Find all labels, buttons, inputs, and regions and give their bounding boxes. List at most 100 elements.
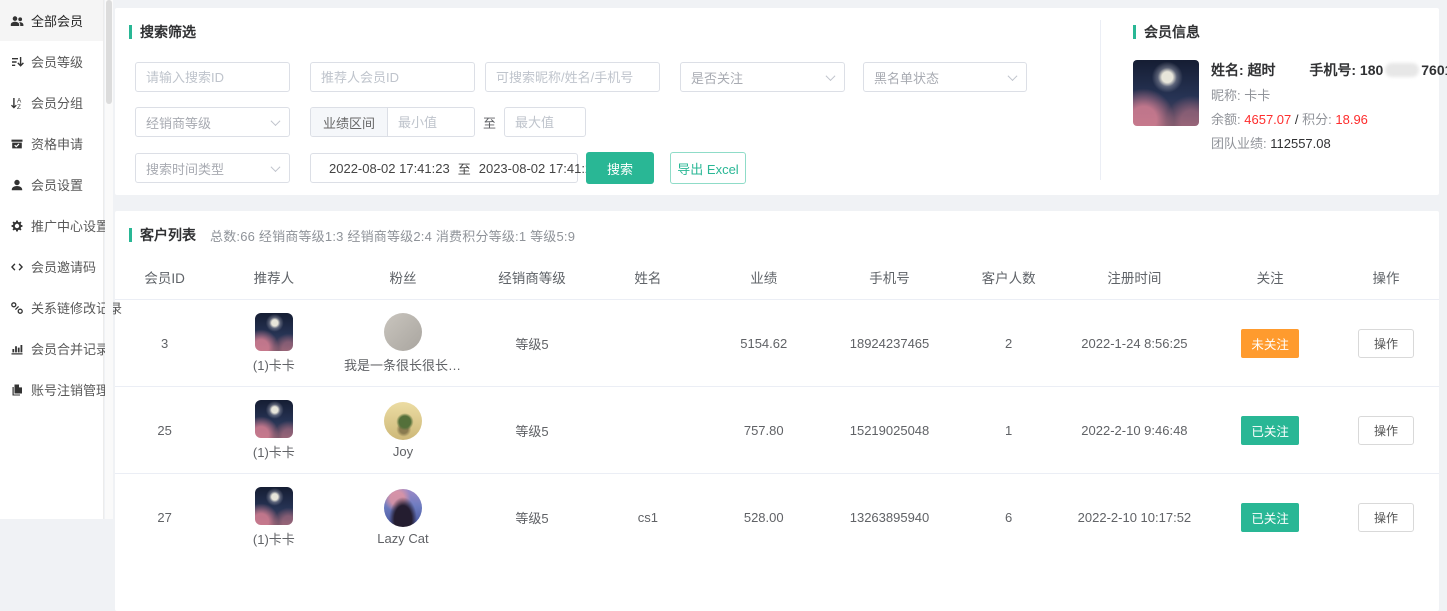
code-icon	[10, 260, 24, 274]
dealer-level-select-value: 经销商等级	[146, 113, 211, 132]
gear-icon	[10, 219, 24, 233]
balance-label: 余额:	[1211, 112, 1241, 127]
fan-name: 我是一条很长很长很...	[344, 355, 462, 374]
export-excel-button[interactable]: 导出 Excel	[670, 152, 746, 184]
sidebar-item-label: 会员等级	[31, 52, 83, 71]
dealer-level-select[interactable]: 经销商等级	[135, 107, 290, 137]
row-action-button[interactable]: 操作	[1358, 416, 1414, 445]
cell-phone: 15219025048	[823, 387, 955, 474]
scrollbar-thumb[interactable]	[106, 0, 112, 104]
cell-registered: 2022-1-24 8:56:25	[1062, 300, 1208, 387]
points-label: 积分:	[1302, 112, 1332, 127]
sidebar-item-member-settings[interactable]: 会员设置	[0, 164, 103, 205]
cell-member-id: 3	[115, 300, 214, 387]
cell-member-id: 27	[115, 474, 214, 561]
col-member-id: 会员ID	[115, 257, 214, 300]
team-performance-value: 112557.08	[1270, 136, 1331, 151]
follow-status-badge: 已关注	[1241, 503, 1299, 532]
sidebar-scrollbar[interactable]	[105, 0, 113, 519]
performance-range-label: 业绩区间	[311, 108, 388, 136]
col-name: 姓名	[592, 257, 705, 300]
phone-masked-segment	[1385, 63, 1419, 77]
main-content: 搜索筛选 是否关注 黑名单状态	[113, 0, 1447, 519]
sidebar-item-account-cancel[interactable]: 账号注销管理	[0, 369, 103, 410]
time-type-select[interactable]: 搜索时间类型	[135, 153, 290, 183]
member-balance-line: 余额: 4657.07 / 积分: 18.96	[1211, 109, 1447, 128]
referrer-avatar	[255, 487, 293, 525]
sidebar-item-invite-code[interactable]: 会员邀请码	[0, 246, 103, 287]
member-details: 姓名: 超时 手机号: 1807601 昵称: 卡卡 余额: 4657.07 /	[1211, 60, 1447, 157]
search-id-input[interactable]	[146, 70, 279, 85]
sidebar-item-member-level[interactable]: 会员等级	[0, 41, 103, 82]
sidebar-item-qualification[interactable]: 资格申请	[0, 123, 103, 164]
table-header-row: 会员ID 推荐人 粉丝 经销商等级 姓名 业绩 手机号 客户人数 注册时间 关注…	[115, 257, 1439, 300]
sidebar-item-promotion-settings[interactable]: 推广中心设置	[0, 205, 103, 246]
performance-min-input[interactable]	[388, 115, 474, 130]
col-registered: 注册时间	[1062, 257, 1208, 300]
table-row: 3 (1)卡卡 我是一条很长很长很... 等级5 5154.62 1892423…	[115, 300, 1439, 387]
nickname-value: 卡卡	[1244, 88, 1270, 103]
cell-performance: 5154.62	[704, 300, 823, 387]
filter-title: 搜索筛选	[129, 22, 1100, 42]
sidebar-item-all-members[interactable]: 全部会员	[0, 0, 103, 41]
fan-name: Lazy Cat	[377, 531, 428, 546]
sidebar-item-label: 推广中心设置	[31, 216, 109, 235]
keyword-input-wrap	[485, 62, 660, 92]
chevron-down-icon	[271, 162, 281, 172]
team-performance-label: 团队业绩:	[1211, 136, 1267, 151]
chevron-down-icon	[826, 71, 836, 81]
sort-alpha-icon: AZ	[10, 96, 24, 110]
performance-max-input[interactable]	[515, 115, 575, 130]
cell-customers: 6	[956, 474, 1062, 561]
sidebar-item-label: 会员邀请码	[31, 257, 96, 276]
title-accent-bar	[1133, 25, 1136, 39]
cell-name	[592, 387, 705, 474]
phone-prefix: 180	[1360, 62, 1383, 78]
performance-range-group: 业绩区间	[310, 107, 475, 137]
referrer-avatar	[255, 313, 293, 351]
svg-text:Z: Z	[17, 104, 21, 110]
chevron-down-icon	[1008, 71, 1018, 81]
sidebar-item-label: 全部会员	[31, 11, 83, 30]
customer-list-title-text: 客户列表	[140, 225, 196, 245]
nickname-label: 昵称:	[1211, 88, 1241, 103]
follow-select[interactable]: 是否关注	[680, 62, 845, 92]
sidebar-item-label: 会员设置	[31, 175, 83, 194]
col-follow: 关注	[1207, 257, 1333, 300]
member-name-phone-line: 姓名: 超时 手机号: 1807601	[1211, 60, 1447, 80]
member-nickname-line: 昵称: 卡卡	[1211, 85, 1447, 104]
follow-status-badge: 未关注	[1241, 329, 1299, 358]
cell-performance: 757.80	[704, 387, 823, 474]
blacklist-select[interactable]: 黑名单状态	[863, 62, 1027, 92]
phone-suffix: 7601	[1421, 62, 1447, 78]
referrer-id-input[interactable]	[321, 70, 464, 85]
row-action-button[interactable]: 操作	[1358, 329, 1414, 358]
table-row: 27 (1)卡卡 Lazy Cat 等级5 cs1 528.00 1326389…	[115, 474, 1439, 561]
member-info-panel: 会员信息 姓名: 超时 手机号: 1807601 昵称: 卡卡	[1100, 20, 1430, 180]
filter-title-text: 搜索筛选	[140, 22, 196, 42]
sort-amount-icon	[10, 55, 24, 69]
sidebar-item-label: 账号注销管理	[31, 380, 109, 399]
cell-phone: 18924237465	[823, 300, 955, 387]
sidebar-item-merge-log[interactable]: 会员合并记录	[0, 328, 103, 369]
referrer-name: (1)卡卡	[253, 529, 295, 548]
col-performance: 业绩	[704, 257, 823, 300]
col-dealer-level: 经销商等级	[472, 257, 591, 300]
row-action-button[interactable]: 操作	[1358, 503, 1414, 532]
time-type-select-value: 搜索时间类型	[146, 159, 224, 178]
follow-select-value: 是否关注	[691, 68, 743, 87]
name-value: 超时	[1248, 62, 1276, 78]
sidebar-item-relation-log[interactable]: 关系链修改记录	[0, 287, 103, 328]
users-icon	[10, 14, 24, 28]
date-end-value: 2023-08-02 17:41:23	[479, 161, 600, 176]
referrer-name: (1)卡卡	[253, 442, 295, 461]
cell-performance: 528.00	[704, 474, 823, 561]
search-button[interactable]: 搜索	[586, 152, 654, 184]
customer-list-card: 客户列表 总数:66 经销商等级1:3 经销商等级2:4 消费积分等级:1 等级…	[115, 211, 1439, 611]
date-range-picker[interactable]: 2022-08-02 17:41:23 至 2023-08-02 17:41:2…	[310, 153, 578, 183]
sidebar-item-member-group[interactable]: AZ 会员分组	[0, 82, 103, 123]
keyword-input[interactable]	[496, 70, 649, 85]
points-value: 18.96	[1335, 112, 1368, 127]
date-start-value: 2022-08-02 17:41:23	[329, 161, 450, 176]
search-id-input-wrap	[135, 62, 290, 92]
